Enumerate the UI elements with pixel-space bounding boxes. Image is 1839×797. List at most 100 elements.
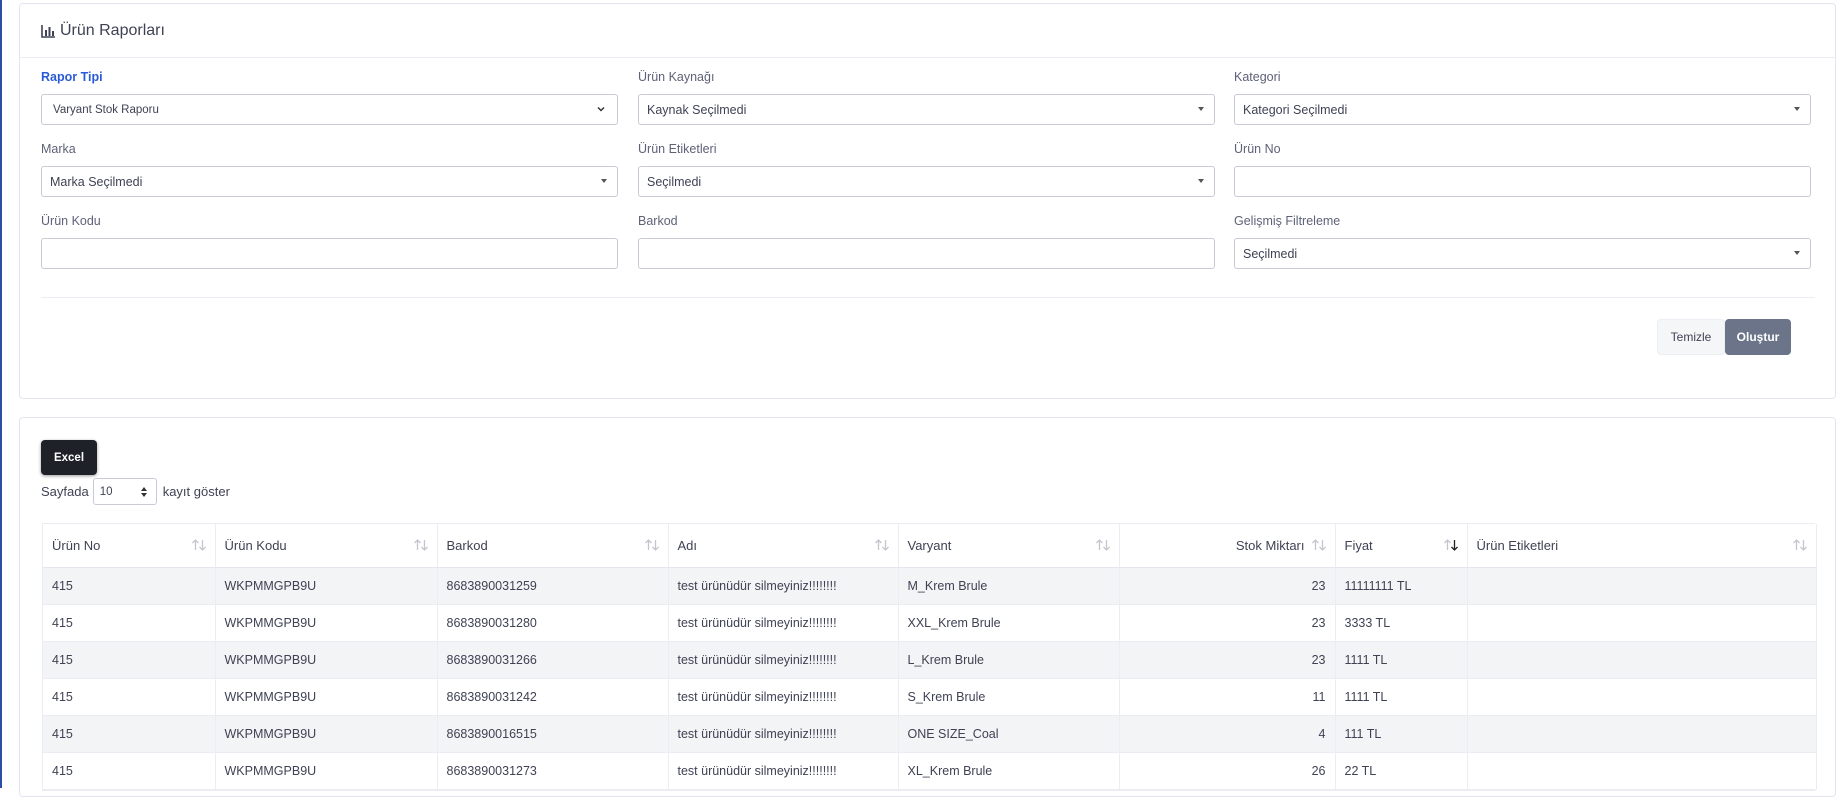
caret-down-icon [1198,179,1204,183]
table-cell: 11111111 TL [1335,567,1468,605]
table-cell: test ürünüdür silmeyiniz!!!!!!!! [668,641,899,679]
table-cell: WKPMMGPB9U [215,752,438,790]
product-source-field: Ürün Kaynağı Kaynak Seçilmedi [638,70,1215,125]
page-length-control: Sayfada 10 kayıt göster [41,478,230,505]
table-cell: 8683890031273 [437,752,669,790]
create-button[interactable]: Oluştur [1725,319,1791,355]
sort-icon [1443,539,1458,551]
table-cell: test ürünüdür silmeyiniz!!!!!!!! [668,752,899,790]
table-cell [1467,604,1817,642]
left-edge-bar [0,0,2,788]
table-cell: test ürünüdür silmeyiniz!!!!!!!! [668,715,899,753]
table-cell: 1111 TL [1335,641,1468,679]
table-cell: 22 TL [1335,752,1468,790]
category-select[interactable]: Kategori Seçilmedi [1234,94,1811,125]
product-source-value: Kaynak Seçilmedi [647,102,747,117]
table-row[interactable]: 415 WKPMMGPB9U 8683890031259 test ürünüdür … [43,567,1817,605]
table-cell: 8683890031242 [437,678,669,716]
table-cell: 8683890031280 [437,604,669,642]
clear-button[interactable]: Temizle [1657,319,1725,355]
updown-arrows-icon [140,487,147,497]
table-cell: XXL_Krem Brule [898,604,1120,642]
column-header[interactable]: Ürün No [43,524,216,568]
report-type-select[interactable]: Varyant Stok Raporu [41,94,618,125]
table-cell: 8683890031259 [437,567,669,605]
sort-icon [1311,539,1326,551]
table-cell: L_Krem Brule [898,641,1120,679]
sort-icon [413,539,428,551]
product-code-field: Ürün Kodu [41,214,618,269]
sort-icon [1095,539,1110,551]
table-cell: WKPMMGPB9U [215,604,438,642]
table-cell: 26 [1119,752,1336,790]
brand-select[interactable]: Marka Seçilmedi [41,166,618,197]
product-source-label: Ürün Kaynağı [638,70,715,84]
table-cell: WKPMMGPB9U [215,641,438,679]
product-tags-label: Ürün Etiketleri [638,142,717,156]
advanced-filter-select[interactable]: Seçilmedi [1234,238,1811,269]
sort-icon [644,539,659,551]
column-header-label: Ürün Kodu [224,537,287,553]
table-cell [1467,715,1817,753]
page-length-suffix: kayıt göster [162,484,230,499]
report-table: Ürün No Ürün Kodu Barkod Adı Varyant Stok Mik… [42,523,1817,791]
table-cell: 23 [1119,604,1336,642]
table-row[interactable]: 415 WKPMMGPB9U 8683890016515 test ürünüdür … [43,715,1817,753]
table-cell: 415 [43,678,216,716]
advanced-filter-field: Gelişmiş Filtreleme Seçilmedi [1234,214,1811,269]
table-row[interactable]: 415 WKPMMGPB9U 8683890031273 test ürünüdür … [43,752,1817,790]
report-type-field: Rapor Tipi Varyant Stok Raporu [41,70,618,125]
table-cell [1467,641,1817,679]
column-header[interactable]: Adı [668,524,899,568]
report-type-label: Rapor Tipi [41,70,103,84]
sort-icon [874,539,889,551]
product-code-input[interactable] [41,238,618,269]
column-header[interactable]: Varyant [898,524,1120,568]
table-cell: 1111 TL [1335,678,1468,716]
column-header[interactable]: Fiyat [1335,524,1468,568]
product-tags-field: Ürün Etiketleri Seçilmedi [638,142,1215,197]
barcode-label: Barkod [638,214,678,228]
caret-down-icon [1794,107,1800,111]
column-header-label: Stok Miktarı [1235,537,1305,553]
column-header[interactable]: Stok Miktarı [1119,524,1336,568]
column-header[interactable]: Ürün Kodu [215,524,438,568]
table-cell: 3333 TL [1335,604,1468,642]
caret-down-icon [1794,251,1800,255]
product-no-field: Ürün No [1234,142,1811,197]
filter-card: Ürün Raporları Rapor Tipi Varyant Stok R… [19,3,1836,399]
sort-icon [1792,539,1807,551]
column-header[interactable]: Barkod [437,524,669,568]
table-cell: 415 [43,567,216,605]
table-cell [1467,752,1817,790]
category-value: Kategori Seçilmedi [1243,102,1348,117]
table-cell: 415 [43,604,216,642]
table-row[interactable]: 415 WKPMMGPB9U 8683890031266 test ürünüdür … [43,641,1817,679]
table-row[interactable]: 415 WKPMMGPB9U 8683890031280 test ürünüdür … [43,604,1817,642]
table-cell: WKPMMGPB9U [215,715,438,753]
table-cell: test ürünüdür silmeyiniz!!!!!!!! [668,567,899,605]
page-length-select[interactable]: 10 [92,478,157,505]
column-header[interactable]: Ürün Etiketleri [1467,524,1817,568]
product-no-label: Ürün No [1234,142,1281,156]
page-title: Ürün Raporları [60,21,165,39]
barcode-input[interactable] [638,238,1215,269]
advanced-filter-label: Gelişmiş Filtreleme [1234,214,1341,228]
category-field: Kategori Kategori Seçilmedi [1234,70,1811,125]
product-tags-select[interactable]: Seçilmedi [638,166,1215,197]
advanced-filter-value: Seçilmedi [1243,246,1298,261]
card-header: Ürün Raporları [20,4,1835,58]
table-cell: test ürünüdür silmeyiniz!!!!!!!! [668,604,899,642]
table-cell: WKPMMGPB9U [215,678,438,716]
table-cell [1467,678,1817,716]
product-code-label: Ürün Kodu [41,214,101,228]
excel-export-button[interactable]: Excel [41,440,97,475]
category-label: Kategori [1234,70,1281,84]
table-cell: 23 [1119,567,1336,605]
product-no-input[interactable] [1234,166,1811,197]
barcode-field: Barkod [638,214,1215,269]
table-row[interactable]: 415 WKPMMGPB9U 8683890031242 test ürünüdür … [43,678,1817,716]
product-source-select[interactable]: Kaynak Seçilmedi [638,94,1215,125]
table-cell: S_Krem Brule [898,678,1120,716]
table-cell: 415 [43,752,216,790]
